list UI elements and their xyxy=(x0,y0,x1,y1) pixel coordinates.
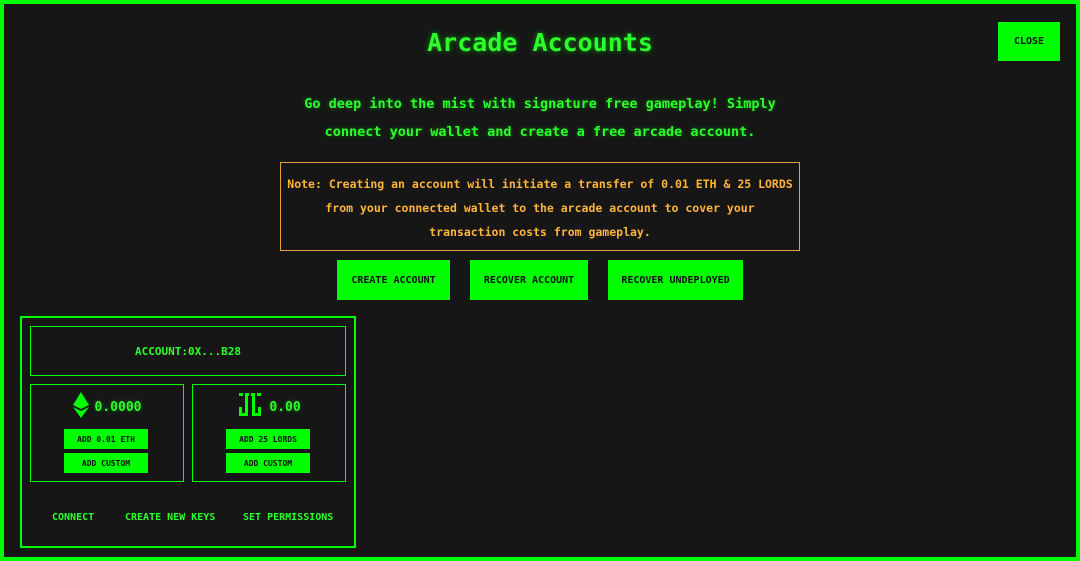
lords-balance-row: 0.00 xyxy=(193,393,345,421)
create-account-button[interactable]: CREATE ACCOUNT xyxy=(337,260,450,300)
eth-balance-row: 0.0000 xyxy=(31,392,183,422)
lords-icon xyxy=(237,393,263,421)
arcade-accounts-modal: Arcade Accounts CLOSE Go deep into the m… xyxy=(0,0,1080,561)
recover-undeployed-button[interactable]: RECOVER UNDEPLOYED xyxy=(608,260,743,300)
lords-balance-box: 0.00 ADD 25 LORDS ADD CUSTOM xyxy=(192,384,346,482)
lords-balance: 0.00 xyxy=(269,399,301,415)
modal-description: Go deep into the mist with signature fre… xyxy=(240,90,840,146)
add-lords-button[interactable]: ADD 25 LORDS xyxy=(226,429,310,449)
account-panel: ACCOUNT:0X...B28 0.0000 ADD 0.01 ETH ADD… xyxy=(20,316,356,548)
set-permissions-link[interactable]: SET PERMISSIONS xyxy=(243,512,333,523)
close-button[interactable]: CLOSE xyxy=(998,22,1060,61)
modal-title: Arcade Accounts xyxy=(427,28,653,57)
add-custom-lords-button[interactable]: ADD CUSTOM xyxy=(226,453,310,473)
description-line-2: connect your wallet and create a free ar… xyxy=(324,124,756,140)
add-custom-eth-button[interactable]: ADD CUSTOM xyxy=(64,453,148,473)
transfer-note: Note: Creating an account will initiate … xyxy=(280,162,800,251)
eth-balance-box: 0.0000 ADD 0.01 ETH ADD CUSTOM xyxy=(30,384,184,482)
eth-balance: 0.0000 xyxy=(94,399,142,415)
ethereum-icon xyxy=(72,392,89,422)
add-eth-button[interactable]: ADD 0.01 ETH xyxy=(64,429,148,449)
connect-link[interactable]: CONNECT xyxy=(52,512,94,523)
create-new-keys-link[interactable]: CREATE NEW KEYS xyxy=(125,512,215,523)
account-address[interactable]: ACCOUNT:0X...B28 xyxy=(30,326,346,376)
recover-account-button[interactable]: RECOVER ACCOUNT xyxy=(470,260,588,300)
description-line-1: Go deep into the mist with signature fre… xyxy=(304,96,776,112)
